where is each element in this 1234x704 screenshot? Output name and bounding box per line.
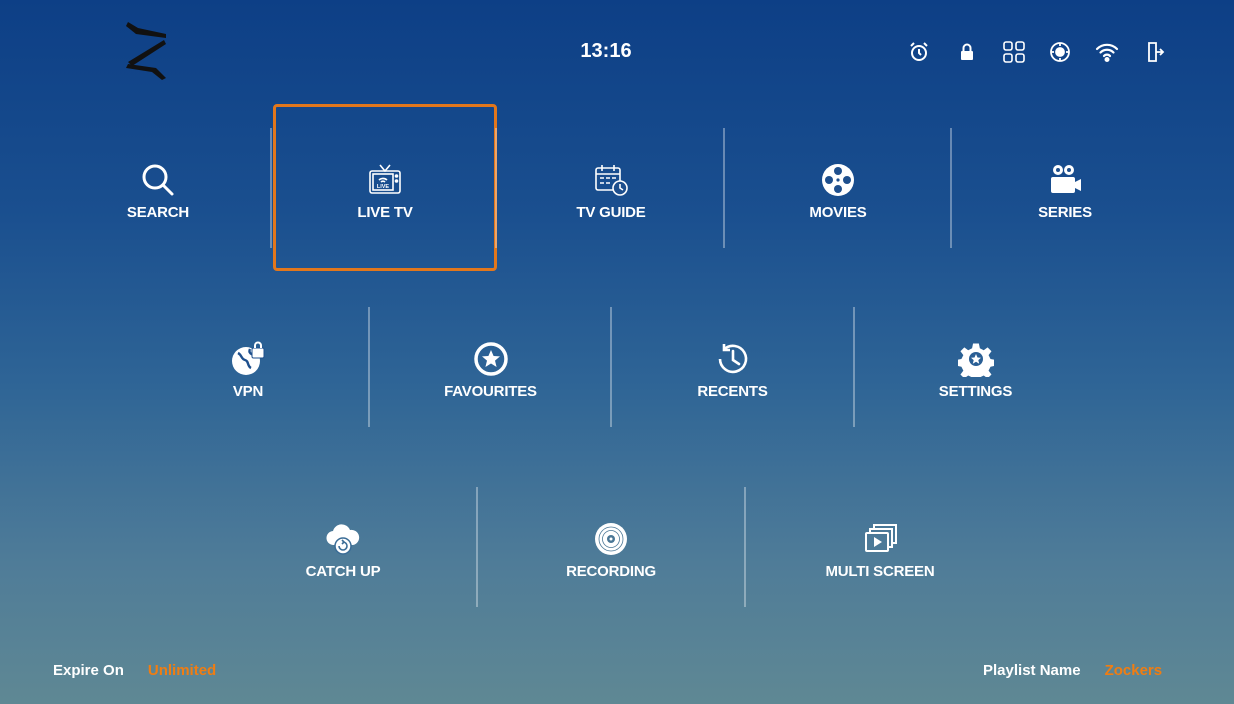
menu-settings[interactable]: SETTINGS bbox=[855, 307, 1096, 427]
calendar-clock-icon bbox=[591, 160, 631, 200]
playlist-label: Playlist Name bbox=[983, 662, 1081, 679]
menu-label: SETTINGS bbox=[938, 383, 1013, 400]
star-icon bbox=[471, 339, 511, 379]
menu-recents[interactable]: RECENTS bbox=[612, 307, 853, 427]
menu-favourites[interactable]: FAVOURITES bbox=[370, 307, 611, 427]
menu-label: RECENTS bbox=[697, 383, 768, 400]
sync-settings-icon[interactable] bbox=[1046, 38, 1074, 66]
grid-icon[interactable] bbox=[1000, 38, 1028, 66]
menu-multi-screen[interactable]: MULTI SCREEN bbox=[746, 487, 1014, 607]
playlist-value: Zockers bbox=[1104, 662, 1163, 679]
menu-label: RECORDING bbox=[566, 563, 656, 580]
video-camera-icon bbox=[1045, 160, 1085, 200]
alarm-icon[interactable] bbox=[905, 38, 933, 66]
search-icon bbox=[138, 160, 178, 200]
gear-icon bbox=[956, 339, 996, 379]
exit-icon[interactable] bbox=[1139, 38, 1167, 66]
menu-live-tv[interactable]: LIVE LIVE TV bbox=[272, 128, 498, 248]
multi-screen-icon bbox=[860, 519, 900, 559]
tv-icon: LIVE bbox=[365, 160, 405, 200]
menu-catch-up[interactable]: CATCH UP bbox=[210, 487, 476, 607]
lock-icon[interactable] bbox=[953, 38, 981, 66]
menu-label: SERIES bbox=[1038, 204, 1092, 221]
playlist-info: Playlist Name Zockers bbox=[983, 662, 1162, 679]
menu-label: MOVIES bbox=[809, 204, 867, 221]
film-reel-icon bbox=[818, 160, 858, 200]
menu-vpn[interactable]: VPN bbox=[127, 307, 369, 427]
menu-series[interactable]: SERIES bbox=[952, 128, 1178, 248]
expire-value: Unlimited bbox=[147, 662, 217, 679]
expire-label: Expire On bbox=[53, 662, 124, 679]
menu-label: VPN bbox=[232, 383, 264, 400]
expire-info: Expire On Unlimited bbox=[53, 662, 216, 679]
app-logo bbox=[126, 22, 166, 80]
divider bbox=[495, 128, 497, 248]
menu-label: MULTI SCREEN bbox=[825, 563, 935, 580]
menu-label: LIVE TV bbox=[357, 204, 413, 221]
wifi-icon[interactable] bbox=[1093, 38, 1121, 66]
menu-search[interactable]: SEARCH bbox=[45, 128, 271, 248]
menu-label: FAVOURITES bbox=[444, 383, 537, 400]
history-icon bbox=[713, 339, 753, 379]
cloud-replay-icon bbox=[323, 519, 363, 559]
menu-label: SEARCH bbox=[126, 204, 190, 221]
svg-text:LIVE: LIVE bbox=[377, 184, 390, 190]
vpn-globe-icon bbox=[228, 339, 268, 379]
disc-icon bbox=[591, 519, 631, 559]
menu-label: CATCH UP bbox=[305, 563, 381, 580]
menu-recording[interactable]: RECORDING bbox=[478, 487, 744, 607]
menu-tv-guide[interactable]: TV GUIDE bbox=[498, 128, 724, 248]
clock: 13:16 bbox=[580, 40, 632, 62]
menu-movies[interactable]: MOVIES bbox=[725, 128, 951, 248]
menu-label: TV GUIDE bbox=[576, 204, 646, 221]
